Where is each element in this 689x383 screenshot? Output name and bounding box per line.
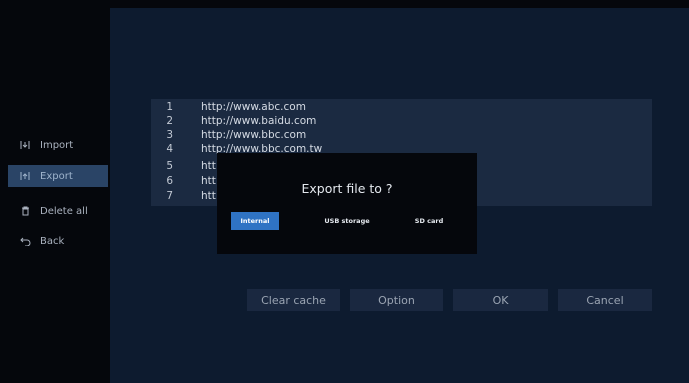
option-usb-storage[interactable]: USB storage xyxy=(317,212,377,230)
back-icon xyxy=(18,237,32,246)
sidebar-item-label: Export xyxy=(40,170,73,182)
sidebar-item-label: Delete all xyxy=(40,205,88,217)
url-text: http://www.abc.com xyxy=(201,100,306,113)
cancel-button[interactable]: Cancel xyxy=(558,289,652,311)
list-item[interactable]: 6 htt xyxy=(151,174,216,187)
sidebar-item-delete-all[interactable]: Delete all xyxy=(8,200,108,222)
option-internal[interactable]: Internal xyxy=(231,212,279,230)
list-item[interactable]: 7 htt xyxy=(151,189,216,202)
sidebar-item-label: Back xyxy=(40,235,65,247)
url-text: htt xyxy=(201,189,216,202)
url-text: http://www.baidu.com xyxy=(201,114,317,127)
ok-button[interactable]: OK xyxy=(453,289,548,311)
import-icon xyxy=(18,140,32,150)
list-item[interactable]: 2 http://www.baidu.com xyxy=(151,114,316,127)
trash-icon xyxy=(18,206,32,216)
url-text: htt xyxy=(201,159,216,172)
clear-cache-button[interactable]: Clear cache xyxy=(247,289,340,311)
dialog-title: Export file to ? xyxy=(301,181,393,196)
option-sd-card[interactable]: SD card xyxy=(405,212,453,230)
list-item[interactable]: 5 htt xyxy=(151,159,216,172)
option-button[interactable]: Option xyxy=(350,289,443,311)
list-item[interactable]: 1 http://www.abc.com xyxy=(151,100,306,113)
sidebar-item-label: Import xyxy=(40,139,74,151)
sidebar: Import Export Delete all Back xyxy=(0,0,110,383)
list-item[interactable]: 3 http://www.bbc.com xyxy=(151,128,306,141)
url-text: http://www.bbc.com xyxy=(201,128,307,141)
sidebar-item-import[interactable]: Import xyxy=(8,134,108,156)
export-dialog: Export file to ? Internal USB storage SD… xyxy=(217,153,477,254)
url-text: htt xyxy=(201,174,216,187)
sidebar-item-back[interactable]: Back xyxy=(8,230,108,252)
sidebar-item-export[interactable]: Export xyxy=(8,165,108,187)
export-icon xyxy=(18,171,32,181)
